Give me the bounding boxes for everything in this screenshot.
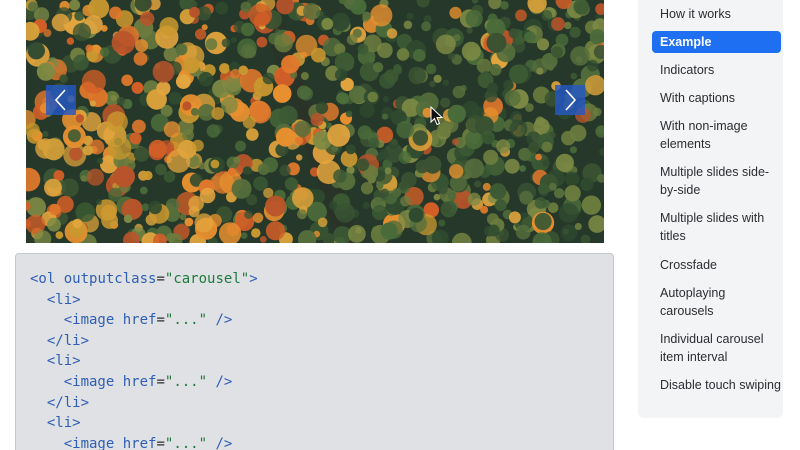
code-token: /> xyxy=(215,373,233,390)
code-token: </li> xyxy=(46,332,90,349)
code-token: = xyxy=(156,373,165,390)
code-token: href xyxy=(122,373,157,390)
code-line: <ol outputclass="carousel"> xyxy=(16,269,613,290)
sidebar-item-label: Multiple slides with titles xyxy=(660,211,765,243)
code-line: <li> xyxy=(16,413,613,434)
code-token: </li> xyxy=(46,394,90,411)
sidebar-nav: How it works Example Indicators With cap… xyxy=(638,0,783,418)
sidebar-item-individual-carousel-item-interval[interactable]: Individual carousel item interval xyxy=(652,330,781,366)
sidebar-item-label: Individual carousel item interval xyxy=(660,332,764,364)
sidebar-item-label: Indicators xyxy=(660,63,715,77)
code-line: <li> xyxy=(16,290,613,311)
code-token: href xyxy=(122,435,157,450)
code-line: </li> xyxy=(16,393,613,414)
code-token: <li> xyxy=(46,353,81,370)
sidebar-item-label: With captions xyxy=(660,91,736,105)
code-token: <ol xyxy=(30,271,56,287)
chevron-left-icon xyxy=(54,89,66,111)
carousel-next-button[interactable] xyxy=(555,85,585,115)
code-line: <li> xyxy=(16,351,613,372)
code-token: href xyxy=(122,312,157,329)
code-token: <li> xyxy=(46,415,81,432)
code-token: "carousel" xyxy=(164,271,250,287)
code-line: <image href="..." /> xyxy=(16,434,613,450)
sidebar-item-label: Autoplaying carousels xyxy=(660,286,726,318)
code-line: </li> xyxy=(16,331,613,352)
code-token: outputclass xyxy=(63,271,157,287)
sidebar-item-label: With non-image elements xyxy=(660,119,748,151)
sidebar-item-label: Example xyxy=(660,35,712,49)
autumn-forest-image xyxy=(26,0,604,243)
sidebar-item-multiple-slides-with-titles[interactable]: Multiple slides with titles xyxy=(652,209,781,245)
sidebar-item-with-non-image-elements[interactable]: With non-image elements xyxy=(652,117,781,153)
sidebar-item-label: Multiple slides side-by-side xyxy=(660,165,770,197)
code-token: <image xyxy=(63,312,115,329)
carousel-prev-button[interactable] xyxy=(46,85,76,115)
sidebar-item-crossfade[interactable]: Crossfade xyxy=(652,256,781,274)
sidebar-item-disable-touch-swiping[interactable]: Disable touch swiping xyxy=(652,376,781,394)
code-token: "..." xyxy=(164,373,208,390)
sidebar-item-autoplaying-carousels[interactable]: Autoplaying carousels xyxy=(652,284,781,320)
sidebar-item-how-it-works[interactable]: How it works xyxy=(652,5,781,23)
code-token: <li> xyxy=(46,291,81,308)
sidebar-item-with-captions[interactable]: With captions xyxy=(652,89,781,107)
mouse-pointer-icon xyxy=(430,106,444,126)
code-token: <image xyxy=(63,373,115,390)
code-token: = xyxy=(156,312,165,329)
code-token: > xyxy=(249,271,258,287)
code-token: "..." xyxy=(164,312,208,329)
code-token: /> xyxy=(215,435,233,450)
carousel xyxy=(26,0,604,243)
code-token: = xyxy=(156,271,165,287)
code-block: <ol outputclass="carousel"> <li> <image … xyxy=(15,253,614,450)
sidebar-item-label: Disable touch swiping xyxy=(660,378,781,392)
code-line: <image href="..." /> xyxy=(16,372,613,393)
sidebar-item-label: Crossfade xyxy=(660,258,717,272)
code-token: /> xyxy=(215,312,233,329)
sidebar-item-multiple-slides-side-by-side[interactable]: Multiple slides side-by-side xyxy=(652,163,781,199)
sidebar-item-example[interactable]: Example xyxy=(652,31,781,53)
chevron-right-icon xyxy=(565,89,577,111)
sidebar-item-label: How it works xyxy=(660,7,731,21)
sidebar-item-indicators[interactable]: Indicators xyxy=(652,61,781,79)
code-token: = xyxy=(156,435,165,450)
code-token: <image xyxy=(63,435,115,450)
code-token: "..." xyxy=(164,435,208,450)
code-line: <image href="..." /> xyxy=(16,310,613,331)
